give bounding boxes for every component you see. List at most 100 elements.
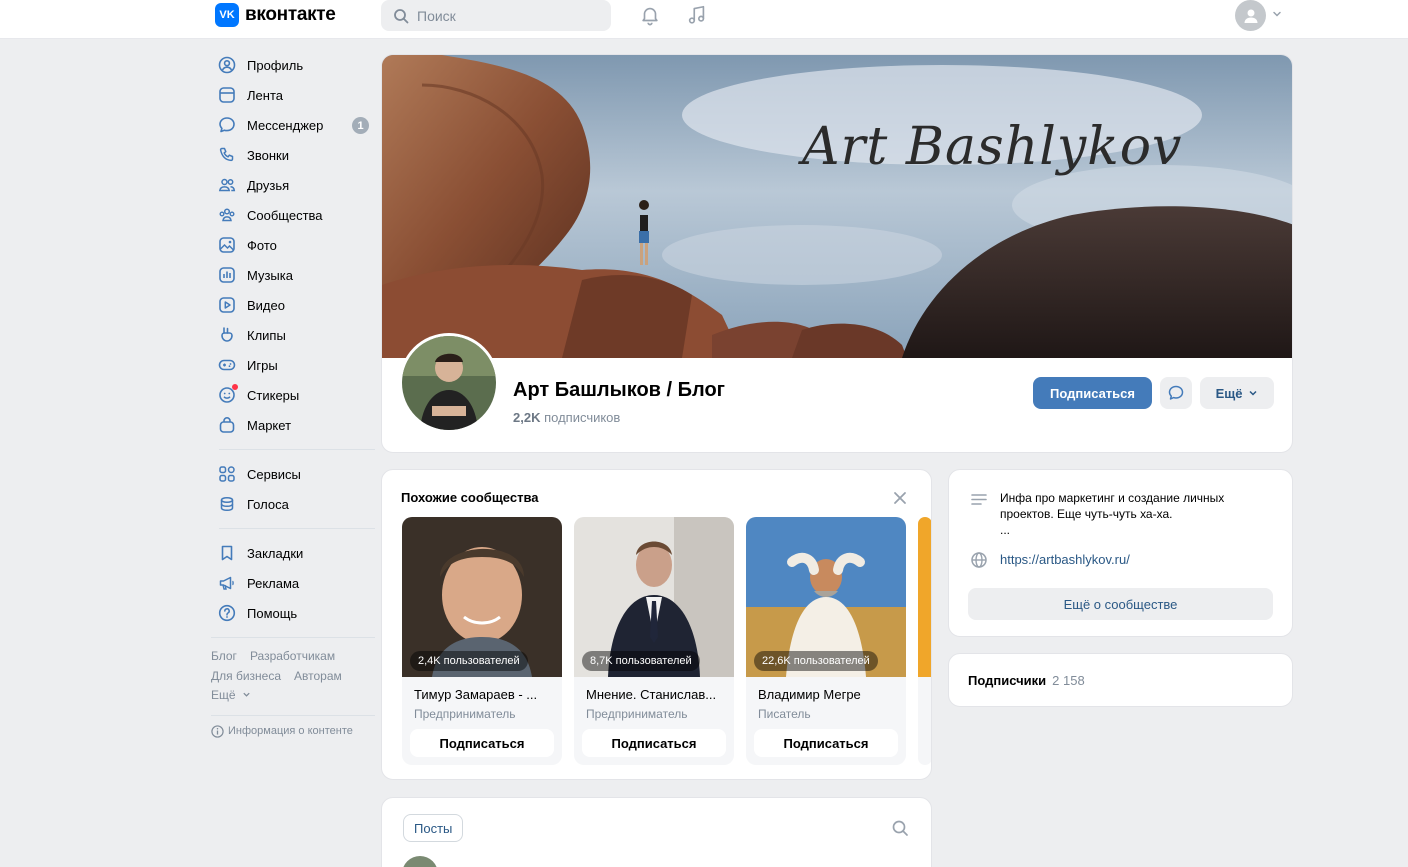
followers-count: 2 158: [1052, 672, 1085, 688]
sidebar-item-feed[interactable]: Лента: [211, 80, 375, 110]
search-input[interactable]: Поиск: [381, 0, 611, 31]
footer-link-authors[interactable]: Авторам: [294, 669, 342, 683]
sidebar-item-votes[interactable]: Голоса: [211, 489, 375, 519]
similar-communities: Похожие сообщества 2,4K пользователей Ти…: [381, 469, 932, 780]
community-card[interactable]: 22,6K пользователей Владимир Мегре Писат…: [746, 517, 906, 765]
card-subscribe-button[interactable]: Подписаться: [754, 729, 898, 757]
more-about-button[interactable]: Ещё о сообществе: [968, 588, 1273, 620]
chat-bubble-icon: [218, 116, 236, 134]
unread-badge: 1: [352, 117, 369, 134]
chevron-down-icon[interactable]: [1271, 8, 1283, 23]
sidebar-item-help[interactable]: Помощь: [211, 598, 375, 628]
user-avatar[interactable]: [1235, 0, 1266, 31]
similar-title: Похожие сообщества: [401, 490, 539, 505]
content-info-link[interactable]: Информация о контенте: [211, 724, 375, 738]
community-cards: 2,4K пользователей Тимур Замараев - ... …: [402, 517, 931, 765]
text-lines-icon: [970, 491, 988, 512]
coins-icon: [218, 495, 236, 513]
user-icon: [1244, 9, 1257, 23]
community-card[interactable]: 2,4K пользователей Тимур Замараев - ... …: [402, 517, 562, 765]
community-card-name[interactable]: Владимир Мегре: [758, 687, 898, 702]
cover-image: Art Bashlykov: [382, 55, 1292, 358]
music-note-icon[interactable]: [685, 3, 709, 27]
message-button[interactable]: [1160, 377, 1192, 409]
globe-icon: [970, 551, 988, 572]
sidebar-item-calls[interactable]: Звонки: [211, 140, 375, 170]
vk-logo-text: вконтакте: [245, 4, 336, 25]
community-name: Арт Башлыков / Блог: [513, 379, 725, 401]
subscribers-count[interactable]: 2,2K подписчиков: [513, 410, 620, 425]
sidebar-item-games[interactable]: Игры: [211, 350, 375, 380]
search-placeholder: Поиск: [417, 7, 456, 24]
grid-icon: [218, 465, 236, 483]
community-card-name[interactable]: Тимур Замараев - ...: [414, 687, 554, 702]
community-card-partial[interactable]: [918, 517, 931, 765]
sidebar-item-profile[interactable]: Профиль: [211, 50, 375, 80]
sidebar-item-video[interactable]: Видео: [211, 290, 375, 320]
chevron-down-icon: [1249, 390, 1257, 396]
profile-icon: [218, 56, 236, 74]
help-icon: [218, 604, 236, 622]
followers-card[interactable]: Подписчики 2 158: [948, 653, 1293, 707]
community-card[interactable]: 8,7K пользователей Мнение. Станислав... …: [574, 517, 734, 765]
community-card-role: Предприниматель: [586, 707, 688, 721]
community-card-role: Писатель: [758, 707, 811, 721]
community-card-photo: [918, 517, 931, 677]
new-indicator-dot: [232, 384, 238, 390]
posts-card: Посты: [381, 797, 932, 867]
community-card-photo: 8,7K пользователей: [574, 517, 734, 677]
card-subscribe-button[interactable]: Подписаться: [410, 729, 554, 757]
clips-icon: [218, 326, 236, 344]
info-icon: [211, 724, 224, 738]
vk-logo[interactable]: VK вконтакте: [215, 3, 336, 27]
community-card-photo: 22,6K пользователей: [746, 517, 906, 677]
community-card-name[interactable]: Мнение. Станислав...: [586, 687, 726, 702]
sidebar-item-ads[interactable]: Реклама: [211, 568, 375, 598]
left-sidebar: Профиль Лента Мессенджер 1 Звонки Друзья…: [211, 50, 375, 738]
feed-icon: [218, 86, 236, 104]
members-count: 2,4K пользователей: [410, 651, 528, 671]
sidebar-item-friends[interactable]: Друзья: [211, 170, 375, 200]
followers-title: Подписчики: [968, 672, 1047, 688]
cover-title: Art Bashlykov: [802, 117, 1183, 177]
footer-link-blog[interactable]: Блог: [211, 649, 237, 663]
card-subscribe-button[interactable]: Подписаться: [582, 729, 726, 757]
tab-posts[interactable]: Посты: [403, 814, 464, 842]
community-avatar[interactable]: [399, 333, 499, 433]
sidebar-item-messenger[interactable]: Мессенджер 1: [211, 110, 375, 140]
footer-link-business[interactable]: Для бизнеса: [211, 669, 281, 683]
sidebar-divider: [219, 528, 375, 529]
more-actions-button[interactable]: Ещё: [1200, 377, 1274, 409]
website-link[interactable]: https://artbashlykov.ru/: [1000, 552, 1130, 567]
communities-icon: [218, 206, 236, 224]
sidebar-item-services[interactable]: Сервисы: [211, 459, 375, 489]
community-description: Инфа про маркетинг и создание личных про…: [1000, 491, 1225, 537]
chevron-down-icon: [242, 692, 250, 697]
sidebar-item-clips[interactable]: Клипы: [211, 320, 375, 350]
megaphone-icon: [218, 574, 236, 592]
top-header: VK вконтакте Поиск: [0, 0, 1408, 39]
footer-link-developers[interactable]: Разработчикам: [250, 649, 335, 663]
bookmark-icon: [218, 544, 236, 562]
search-icon[interactable]: [891, 819, 909, 840]
photo-icon: [218, 236, 236, 254]
sidebar-item-bookmarks[interactable]: Закладки: [211, 538, 375, 568]
sidebar-item-communities[interactable]: Сообщества: [211, 200, 375, 230]
footer-links: Блог Разработчикам Для бизнеса Авторам Ещё: [211, 647, 375, 706]
post-author-avatar[interactable]: [402, 856, 438, 867]
community-card-photo: 2,4K пользователей: [402, 517, 562, 677]
sidebar-item-stickers[interactable]: Стикеры: [211, 380, 375, 410]
close-icon[interactable]: [892, 490, 908, 509]
search-icon: [394, 8, 409, 23]
notifications-bell-icon[interactable]: [638, 3, 662, 27]
smile-icon: [218, 384, 238, 404]
gamepad-icon: [218, 356, 236, 374]
subscribe-button[interactable]: Подписаться: [1033, 377, 1152, 409]
footer-link-more[interactable]: Ещё: [211, 688, 251, 702]
phone-icon: [218, 146, 236, 164]
members-count: 22,6K пользователей: [754, 651, 878, 671]
music-icon: [218, 266, 236, 284]
sidebar-item-music[interactable]: Музыка: [211, 260, 375, 290]
sidebar-item-market[interactable]: Маркет: [211, 410, 375, 440]
sidebar-item-photos[interactable]: Фото: [211, 230, 375, 260]
